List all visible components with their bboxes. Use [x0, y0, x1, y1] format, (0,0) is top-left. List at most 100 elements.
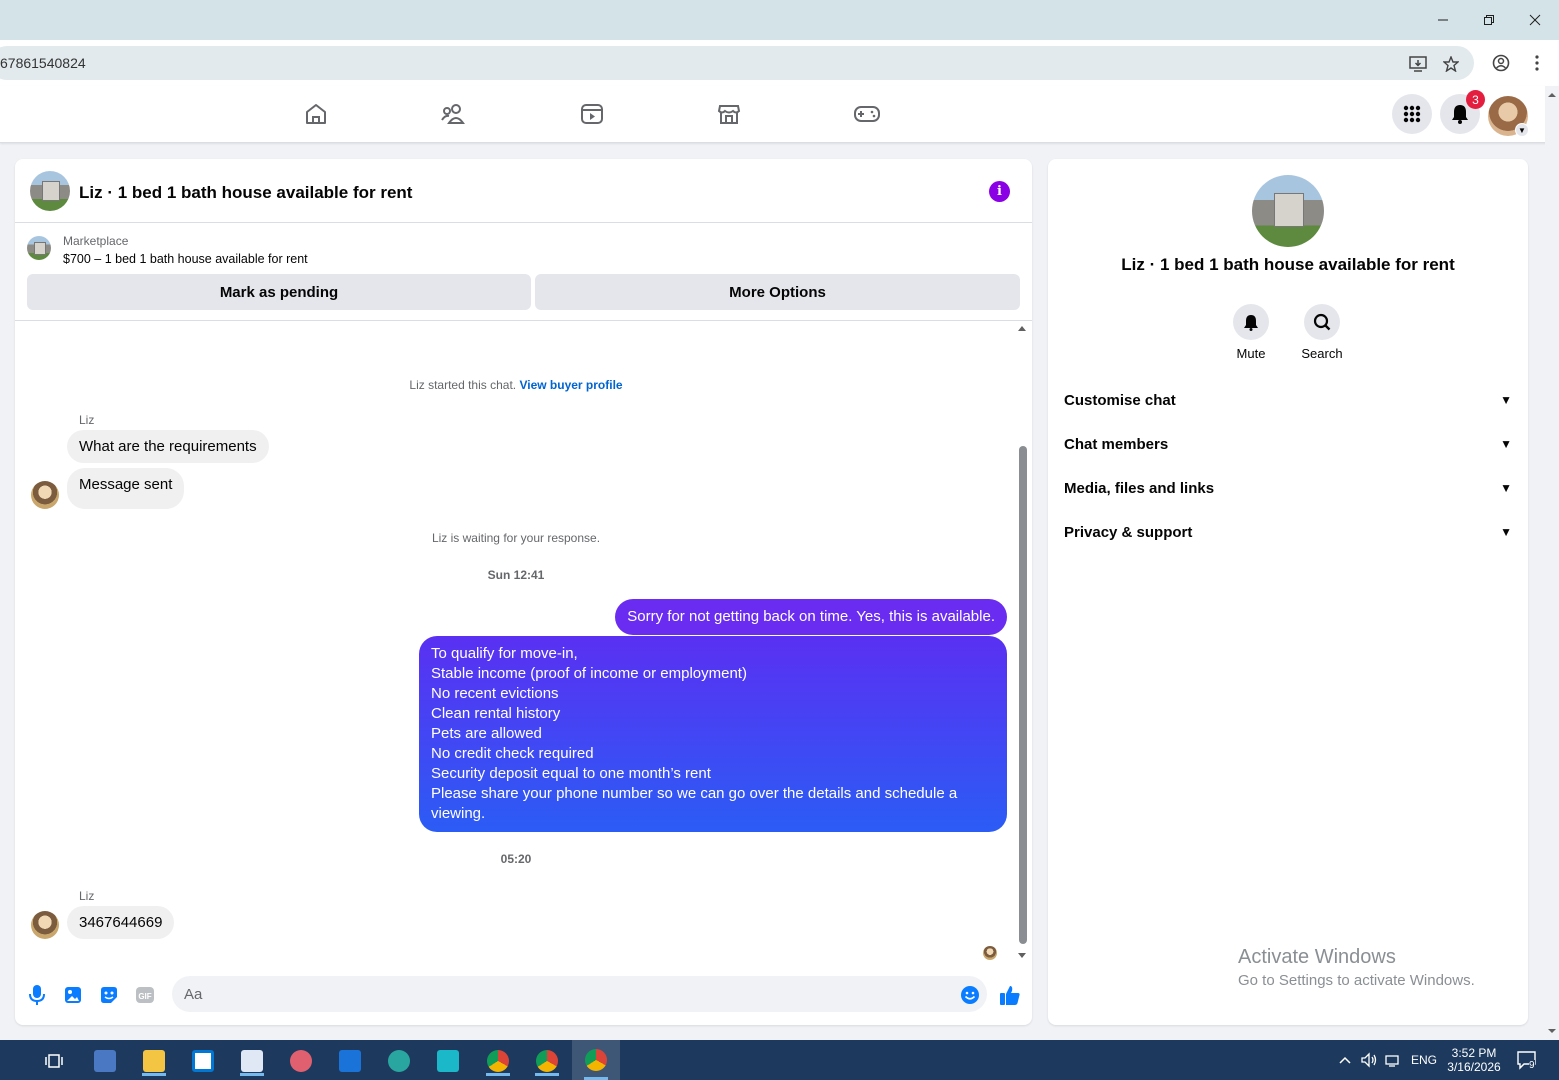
- chrome-icon[interactable]: [478, 1046, 518, 1076]
- message-line: Clean rental history: [431, 705, 561, 722]
- liz-avatar[interactable]: [31, 911, 59, 939]
- section-label: Customise chat: [1064, 391, 1176, 409]
- sticker-icon[interactable]: [97, 983, 121, 1007]
- outgoing-message[interactable]: To qualify for move-in, Stable income (p…: [419, 636, 1007, 832]
- incoming-message[interactable]: What are the requirements: [67, 430, 269, 463]
- listing-thumbnail[interactable]: [27, 236, 51, 260]
- edge-icon[interactable]: [379, 1046, 419, 1076]
- incoming-message[interactable]: Message sent: [67, 468, 185, 509]
- privacy-support-row[interactable]: Privacy & support ▼: [1064, 510, 1512, 554]
- home-icon[interactable]: [302, 100, 330, 128]
- search-label: Search: [1301, 346, 1343, 361]
- chat-info-panel: Liz · 1 bed 1 bath house available for r…: [1048, 159, 1528, 1025]
- composer: GIF: [15, 967, 1032, 1025]
- message-line: No recent evictions: [431, 685, 559, 702]
- gaming-icon[interactable]: [853, 100, 881, 128]
- chrome-active-icon[interactable]: [572, 1040, 620, 1080]
- omnibox[interactable]: 67861540824: [0, 46, 1474, 80]
- clock-date: 3/16/2026: [1447, 1060, 1501, 1074]
- browser-menu-icon[interactable]: [1527, 53, 1547, 73]
- mark-as-pending-button[interactable]: Mark as pending: [27, 274, 531, 310]
- clock-time: 3:52 PM: [1451, 1046, 1497, 1060]
- photo-icon[interactable]: [61, 983, 85, 1007]
- liz-avatar[interactable]: [31, 481, 59, 509]
- microphone-icon[interactable]: [25, 983, 49, 1007]
- install-app-icon[interactable]: [1408, 54, 1428, 74]
- restore-icon[interactable]: [1466, 0, 1512, 40]
- scroll-up-icon[interactable]: [1015, 323, 1029, 333]
- chat-scroll-thumb[interactable]: [1019, 446, 1027, 944]
- info-icon[interactable]: i: [989, 181, 1010, 202]
- surfshark-icon[interactable]: [428, 1046, 468, 1076]
- url-text[interactable]: 67861540824: [0, 55, 86, 71]
- grid-icon: [1403, 105, 1421, 123]
- minimize-icon[interactable]: [1420, 0, 1466, 40]
- close-icon[interactable]: [1512, 0, 1558, 40]
- action-center-icon[interactable]: 9: [1516, 1040, 1538, 1080]
- chat-avatar[interactable]: [30, 171, 70, 211]
- mute-action[interactable]: Mute: [1211, 304, 1291, 361]
- scroll-down-icon[interactable]: [1015, 951, 1029, 961]
- incoming-message[interactable]: 3467644669: [67, 906, 175, 939]
- network-icon[interactable]: [1385, 1040, 1403, 1080]
- chat-title[interactable]: Liz · 1 bed 1 bath house available for r…: [79, 183, 412, 203]
- outgoing-message[interactable]: Sorry for not getting back on time. Yes,…: [615, 599, 1007, 635]
- volume-icon[interactable]: [1360, 1040, 1378, 1080]
- paint-app-icon[interactable]: [232, 1046, 272, 1076]
- mute-label: Mute: [1236, 346, 1266, 361]
- chevron-down-icon: ▼: [1500, 525, 1512, 539]
- message-line: Stable income (proof of income or employ…: [431, 665, 747, 682]
- bookmark-star-icon[interactable]: [1441, 54, 1461, 74]
- waiting-notice: Liz is waiting for your response.: [431, 531, 601, 545]
- store-icon[interactable]: [183, 1046, 223, 1076]
- video-icon[interactable]: [578, 100, 606, 128]
- media-files-links-row[interactable]: Media, files and links ▼: [1064, 466, 1512, 510]
- menu-grid-button[interactable]: [1392, 94, 1432, 134]
- file-explorer-icon[interactable]: [134, 1046, 174, 1076]
- activate-windows-title: Activate Windows: [1238, 946, 1396, 968]
- sender-name: Liz: [79, 889, 95, 903]
- profile-icon[interactable]: [1491, 53, 1511, 73]
- emoji-icon[interactable]: [958, 983, 982, 1007]
- message-line: Pets are allowed: [431, 725, 542, 742]
- mail-icon[interactable]: [330, 1046, 370, 1076]
- search-action[interactable]: Search: [1282, 304, 1362, 361]
- bell-icon: [1233, 304, 1269, 340]
- section-label: Chat members: [1064, 435, 1169, 453]
- chat-panel: Liz · 1 bed 1 bath house available for r…: [15, 159, 1032, 1025]
- clock[interactable]: 3:52 PM 3/16/2026: [1445, 1040, 1503, 1080]
- account-chevron-icon[interactable]: ▼: [1515, 123, 1529, 137]
- message-list: Liz started this chat. View buyer profil…: [15, 321, 1032, 961]
- section-label: Privacy & support: [1064, 523, 1193, 541]
- friends-icon[interactable]: [440, 100, 468, 128]
- timestamp: 05:20: [500, 852, 532, 866]
- info-title: Liz · 1 bed 1 bath house available for r…: [1121, 255, 1455, 274]
- chat-started-text: Liz started this chat.: [409, 378, 517, 392]
- chat-members-row[interactable]: Chat members ▼: [1064, 422, 1512, 466]
- chat-started-notice: Liz started this chat. View buyer profil…: [15, 378, 1017, 392]
- task-view-icon[interactable]: [35, 1046, 75, 1076]
- more-options-button[interactable]: More Options: [535, 274, 1020, 310]
- view-buyer-profile-link[interactable]: View buyer profile: [519, 378, 622, 392]
- message-line: Please share your phone number so we can…: [431, 785, 958, 802]
- info-avatar[interactable]: [1252, 175, 1324, 247]
- sender-name: Liz: [79, 413, 95, 427]
- activate-windows-subtitle: Go to Settings to activate Windows.: [1238, 972, 1475, 989]
- gif-icon[interactable]: GIF: [133, 983, 157, 1007]
- message-line: viewing.: [431, 805, 486, 822]
- like-icon[interactable]: [998, 983, 1022, 1007]
- tray-overflow-icon[interactable]: [1338, 1040, 1352, 1080]
- snipping-tool-icon[interactable]: [281, 1046, 321, 1076]
- listing-text[interactable]: $700 – 1 bed 1 bath house available for …: [63, 252, 308, 266]
- marketplace-icon[interactable]: [715, 100, 743, 128]
- customise-chat-row[interactable]: Customise chat ▼: [1064, 378, 1512, 422]
- marketplace-listing-row: Marketplace $700 – 1 bed 1 bath house av…: [15, 223, 1032, 321]
- chrome-profile-icon[interactable]: [527, 1046, 567, 1076]
- language-indicator[interactable]: ENG: [1411, 1040, 1437, 1080]
- page-scrollbar[interactable]: [1545, 86, 1559, 1040]
- message-input[interactable]: [172, 976, 987, 1012]
- message-line: Security deposit equal to one month’s re…: [431, 765, 711, 782]
- chevron-down-icon: ▼: [1500, 393, 1512, 407]
- chat-scrollbar[interactable]: [1015, 321, 1029, 961]
- remote-desktop-icon[interactable]: [85, 1046, 125, 1076]
